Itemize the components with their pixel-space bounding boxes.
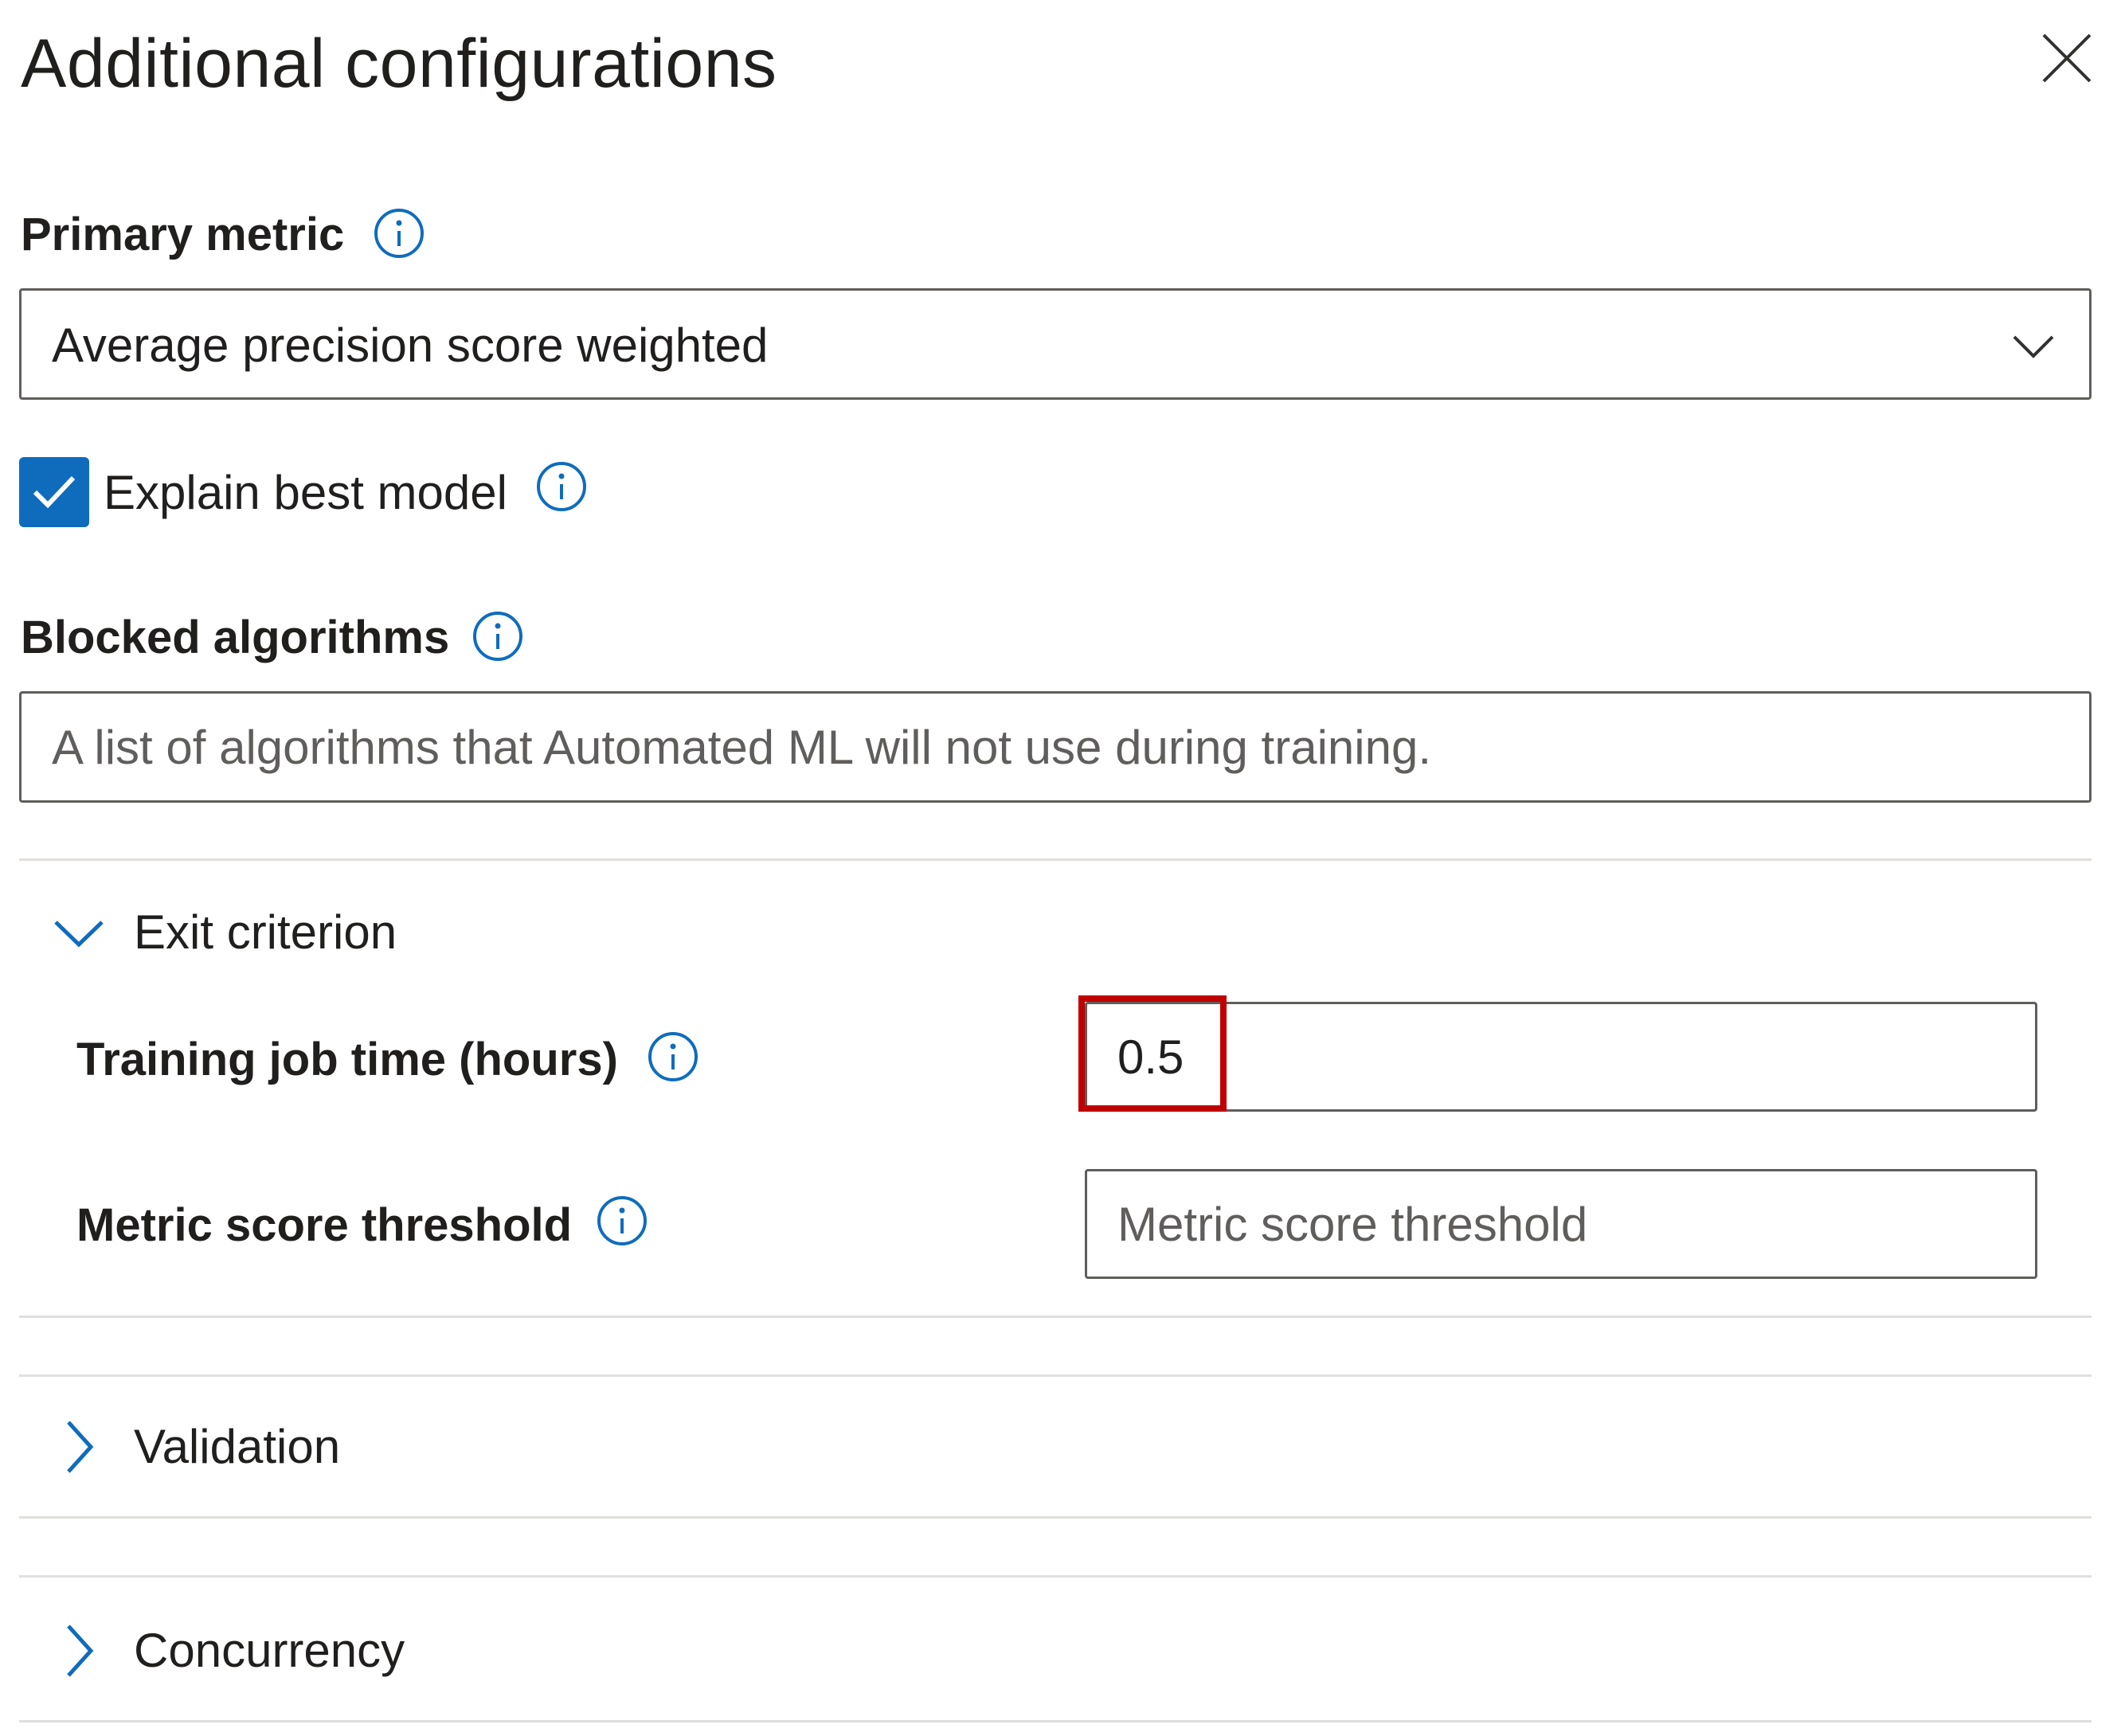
info-icon[interactable] [373,207,425,260]
validation-header[interactable]: Validation [19,1403,2092,1491]
chevron-down-icon [2013,335,2054,358]
concurrency-label: Concurrency [134,1624,405,1677]
info-icon[interactable] [647,1030,699,1083]
metric-score-threshold-input[interactable] [1085,1169,2037,1279]
close-button[interactable] [2039,30,2095,86]
primary-metric-label: Primary metric [21,209,345,260]
validation-label: Validation [134,1420,341,1473]
metric-score-threshold-label: Metric score threshold [76,1199,573,1251]
blocked-algorithms-input[interactable] [19,691,2092,803]
blocked-algorithms-label: Blocked algorithms [21,612,450,663]
explain-best-model-row: Explain best model [19,456,975,527]
divider [19,1316,2092,1318]
chevron-down-icon [54,921,104,948]
primary-metric-value: Average precision score weighted [52,319,769,372]
explain-best-model-checkbox[interactable] [19,457,89,527]
exit-criterion-header[interactable]: Exit criterion [19,889,2092,976]
divider [19,1516,2092,1519]
explain-best-model-label: Explain best model [104,466,507,519]
checkmark-icon [33,475,76,509]
exit-criterion-label: Exit criterion [134,905,397,959]
chevron-right-icon [67,1421,94,1473]
divider [19,1374,2092,1377]
divider [19,1575,2092,1578]
panel-title: Additional configurations [21,25,777,102]
info-icon[interactable] [472,610,524,663]
primary-metric-dropdown[interactable]: Average precision score weighted [19,288,2092,400]
close-icon [2042,33,2092,83]
chevron-right-icon [67,1625,94,1677]
additional-configurations-panel: Additional configurations Primary metric… [0,0,2117,1736]
info-icon[interactable] [535,460,588,513]
info-icon[interactable] [596,1194,648,1247]
divider [19,1720,2092,1722]
concurrency-header[interactable]: Concurrency [19,1607,2092,1695]
training-job-time-label: Training job time (hours) [76,1034,618,1085]
training-job-time-input[interactable] [1085,1002,2037,1112]
divider [19,858,2092,861]
